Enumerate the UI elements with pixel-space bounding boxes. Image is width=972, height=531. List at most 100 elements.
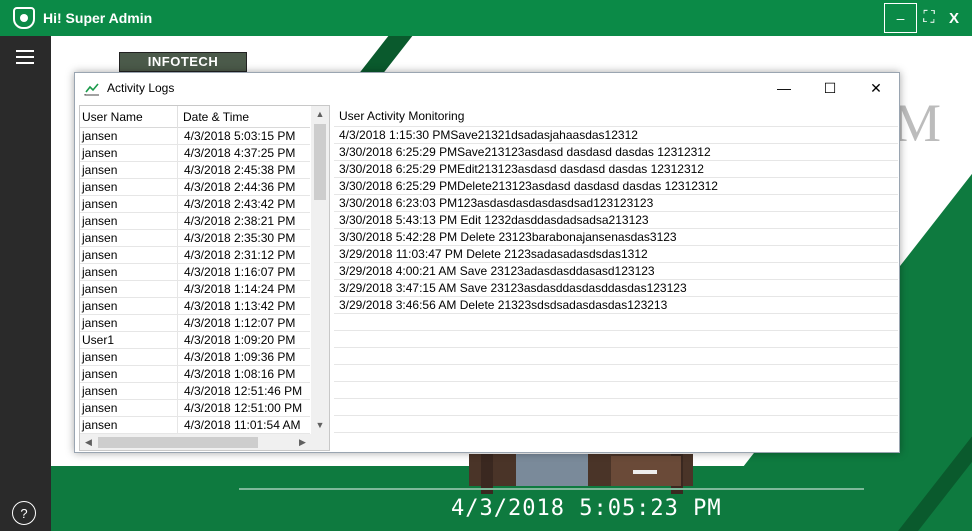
cell-date-time: 4/3/2018 1:16:07 PM (184, 265, 296, 279)
scroll-thumb[interactable] (98, 437, 258, 448)
cell-user-name: jansen (80, 315, 178, 331)
background-stripe (894, 416, 972, 531)
scroll-up-icon[interactable]: ▲ (311, 106, 329, 123)
cell-date-time: 4/3/2018 1:09:36 PM (184, 350, 296, 364)
empty-row (334, 399, 898, 416)
list-item[interactable]: 3/30/2018 5:43:13 PM Edit 1232dasddasdad… (334, 212, 898, 229)
cell-user-name: jansen (80, 298, 178, 314)
app-close-button[interactable]: X (943, 3, 965, 33)
empty-row (334, 416, 898, 433)
cell-user-name: jansen (80, 417, 178, 433)
horizontal-scrollbar[interactable]: ◀ ▶ (80, 434, 311, 450)
sidebar: ? (0, 36, 51, 531)
shield-user-icon (13, 7, 35, 29)
app-titlebar: Hi! Super Admin – ⛶ X (0, 0, 972, 36)
table-row[interactable]: jansen 4/3/2018 2:44:36 PM (80, 179, 310, 196)
cell-date-time: 4/3/2018 2:31:12 PM (184, 248, 296, 262)
list-item[interactable]: 3/30/2018 6:25:29 PMEdit213123asdasd das… (334, 161, 898, 178)
list-item[interactable]: 3/30/2018 6:25:29 PMDelete213123asdasd d… (334, 178, 898, 195)
table-row[interactable]: jansen 4/3/2018 2:35:30 PM (80, 230, 310, 247)
cell-user-name: jansen (80, 247, 178, 263)
cell-user-name: jansen (80, 230, 178, 246)
list-item[interactable]: 3/29/2018 4:00:21 AM Save 23123adasdasdd… (334, 263, 898, 280)
cell-user-name: jansen (80, 128, 178, 144)
table-row[interactable]: jansen 4/3/2018 12:51:46 PM (80, 383, 310, 400)
table-row[interactable]: jansen 4/3/2018 2:31:12 PM (80, 247, 310, 264)
list-item[interactable]: 3/30/2018 6:25:29 PMSave213123asdasd das… (334, 144, 898, 161)
table-row[interactable]: jansen 4/3/2018 5:03:15 PM (80, 128, 310, 145)
window-maximize-button[interactable]: ☐ (807, 73, 853, 103)
cell-user-name: jansen (80, 196, 178, 212)
table-row[interactable]: jansen 4/3/2018 12:51:00 PM (80, 400, 310, 417)
activity-monitor-list[interactable]: User Activity Monitoring 4/3/2018 1:15:3… (334, 105, 898, 451)
activity-logs-window: Activity Logs — ☐ ✕ User Name Date & Tim… (74, 72, 900, 453)
table-row[interactable]: User1 4/3/2018 1:09:20 PM (80, 332, 310, 349)
cell-user-name: jansen (80, 264, 178, 280)
grid-header: User Name Date & Time (80, 106, 310, 128)
table-row[interactable]: jansen 4/3/2018 1:08:16 PM (80, 366, 310, 383)
cell-date-time: 4/3/2018 1:12:07 PM (184, 316, 296, 330)
cell-date-time: 4/3/2018 5:03:15 PM (184, 129, 296, 143)
cell-date-time: 4/3/2018 1:08:16 PM (184, 367, 296, 381)
table-row[interactable]: jansen 4/3/2018 1:13:42 PM (80, 298, 310, 315)
app-fullscreen-button[interactable]: ⛶ (918, 3, 940, 33)
table-row[interactable]: jansen 4/3/2018 1:12:07 PM (80, 315, 310, 332)
empty-row (334, 365, 898, 382)
column-header-date-time[interactable]: Date & Time (178, 106, 310, 128)
scroll-down-icon[interactable]: ▼ (311, 417, 329, 434)
cell-user-name: jansen (80, 400, 178, 416)
table-row[interactable]: jansen 4/3/2018 2:38:21 PM (80, 213, 310, 230)
empty-row (334, 314, 898, 331)
drawer-handle (633, 470, 657, 474)
cell-date-time: 4/3/2018 1:14:24 PM (184, 282, 296, 296)
cell-user-name: jansen (80, 349, 178, 365)
cell-date-time: 4/3/2018 2:38:21 PM (184, 214, 296, 228)
vertical-scrollbar[interactable]: ▲ ▼ (311, 106, 329, 434)
help-button[interactable]: ? (12, 501, 36, 525)
cell-user-name: jansen (80, 213, 178, 229)
table-row[interactable]: jansen 4/3/2018 11:01:54 AM (80, 417, 310, 434)
scroll-thumb[interactable] (314, 124, 326, 200)
grid-rows: jansen 4/3/2018 5:03:15 PM jansen 4/3/2018 … (80, 128, 310, 434)
window-close-button[interactable]: ✕ (853, 73, 899, 103)
list-item[interactable]: 4/3/2018 1:15:30 PMSave21321dsadasjahaas… (334, 127, 898, 144)
cell-date-time: 4/3/2018 1:09:20 PM (184, 333, 296, 347)
cell-date-time: 4/3/2018 2:44:36 PM (184, 180, 296, 194)
cell-date-time: 4/3/2018 12:51:46 PM (184, 384, 303, 398)
window-titlebar[interactable]: Activity Logs — ☐ ✕ (75, 73, 899, 103)
window-minimize-button[interactable]: — (761, 73, 807, 103)
scrollbar-corner (311, 434, 329, 450)
user-log-grid[interactable]: User Name Date & Time jansen 4/3/2018 5:0… (79, 105, 330, 451)
clock: 4/3/2018 5:05:23 PM (451, 496, 722, 521)
list-item[interactable]: 3/29/2018 3:46:56 AM Delete 21323sdsdsad… (334, 297, 898, 314)
app-title: Hi! Super Admin (43, 10, 153, 26)
empty-row (334, 348, 898, 365)
college-banner: INFOTECH COLLEGE (119, 52, 247, 87)
cell-user-name: jansen (80, 179, 178, 195)
cell-date-time: 4/3/2018 12:51:00 PM (184, 401, 303, 415)
scroll-left-icon[interactable]: ◀ (80, 434, 97, 450)
activity-list-header: User Activity Monitoring (334, 105, 898, 127)
app-minimize-button[interactable]: – (884, 3, 917, 33)
table-row[interactable]: jansen 4/3/2018 1:14:24 PM (80, 281, 310, 298)
column-header-user-name[interactable]: User Name (80, 106, 178, 128)
table-row[interactable]: jansen 4/3/2018 2:45:38 PM (80, 162, 310, 179)
cell-date-time: 4/3/2018 1:13:42 PM (184, 299, 296, 313)
list-item[interactable]: 3/30/2018 6:23:03 PM123asdasdasdasdasdsa… (334, 195, 898, 212)
list-item[interactable]: 3/30/2018 5:42:28 PM Delete 23123barabon… (334, 229, 898, 246)
scroll-right-icon[interactable]: ▶ (294, 434, 311, 450)
cell-date-time: 4/3/2018 2:43:42 PM (184, 197, 296, 211)
table-row[interactable]: jansen 4/3/2018 2:43:42 PM (80, 196, 310, 213)
list-item[interactable]: 3/29/2018 3:47:15 AM Save 23123asdasddas… (334, 280, 898, 297)
list-item[interactable]: 3/29/2018 11:03:47 PM Delete 2123sadasad… (334, 246, 898, 263)
table-row[interactable]: jansen 4/3/2018 4:37:25 PM (80, 145, 310, 162)
person-image (516, 454, 588, 486)
cell-date-time: 4/3/2018 2:35:30 PM (184, 231, 296, 245)
window-title: Activity Logs (107, 81, 175, 95)
table-row[interactable]: jansen 4/3/2018 1:16:07 PM (80, 264, 310, 281)
cell-user-name: jansen (80, 162, 178, 178)
footer-divider (239, 488, 864, 490)
hamburger-menu-icon[interactable] (16, 50, 34, 64)
background-letter: M (893, 93, 942, 153)
table-row[interactable]: jansen 4/3/2018 1:09:36 PM (80, 349, 310, 366)
